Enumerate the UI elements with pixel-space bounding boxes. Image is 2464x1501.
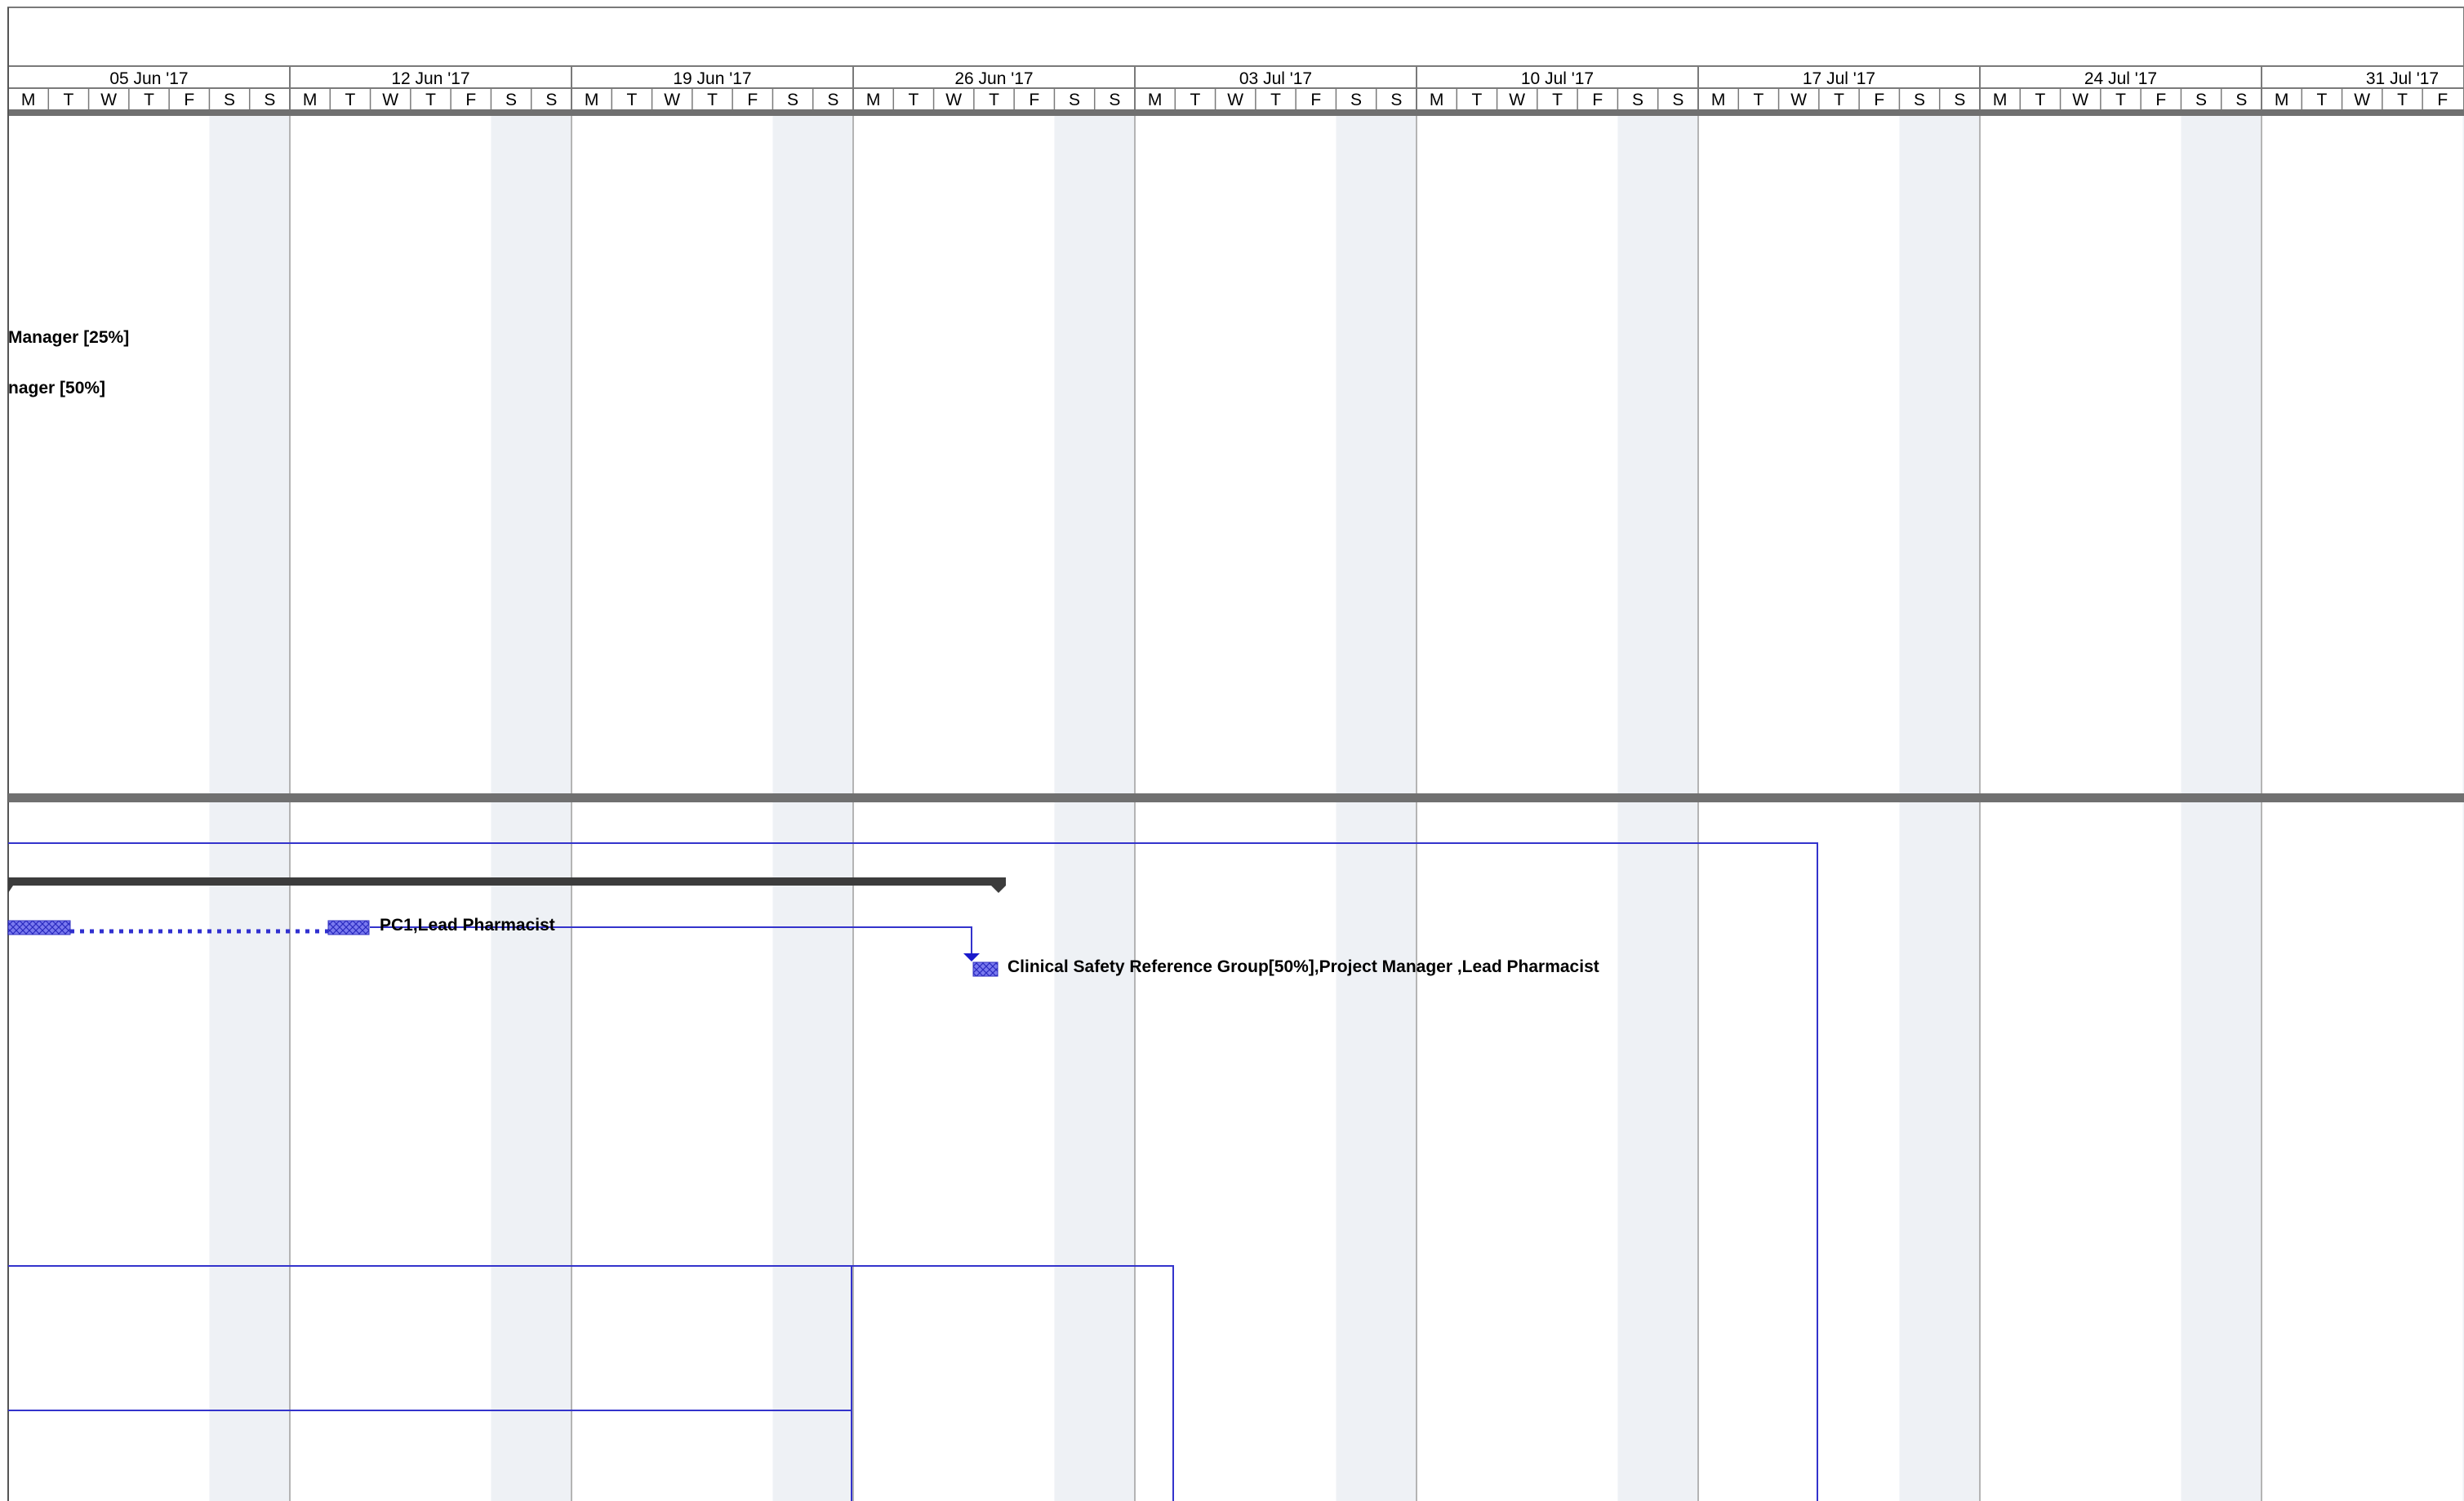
- pane-divider[interactable]: [8, 793, 2464, 802]
- gantt-canvas[interactable]: 05 Jun '17 12 Jun '17 19 Jun '17 26 Jun '17…: [0, 0, 2464, 1501]
- day-label: S: [2195, 91, 2207, 109]
- day-label: W: [1790, 91, 1807, 109]
- day-label: F: [747, 91, 758, 109]
- day-label: T: [2035, 91, 2046, 109]
- day-label: M: [866, 91, 881, 109]
- day-label: T: [345, 91, 356, 109]
- weekend-band: [209, 116, 290, 1501]
- day-label: S: [264, 91, 275, 109]
- task-bar-label-pc1: PC1,Lead Pharmacist: [380, 916, 555, 935]
- day-label: W: [945, 91, 962, 109]
- day-label: M: [585, 91, 599, 109]
- day-label: F: [1874, 91, 1884, 109]
- header-bottom-border: [8, 109, 2464, 116]
- day-label: T: [2317, 91, 2328, 109]
- day-label: T: [2115, 91, 2126, 109]
- day-label: T: [144, 91, 154, 109]
- day-label: T: [707, 91, 718, 109]
- task-bar-label-clinical-safety: Clinical Safety Reference Group[50%],Pro…: [1007, 957, 1599, 976]
- task-bar-segment-2[interactable]: [327, 920, 370, 935]
- day-label: W: [1227, 91, 1243, 109]
- weekend-band: [1617, 116, 1698, 1501]
- day-label: S: [2235, 91, 2247, 109]
- timescale-day-labels: MTWTFSSMTWTFSSMTWTFSSMTWTFSSMTWTFSSMTWTF…: [21, 88, 2448, 109]
- weekend-band: [1336, 116, 1417, 1501]
- day-label: F: [1592, 91, 1603, 109]
- day-label: S: [545, 91, 557, 109]
- day-label: F: [184, 91, 194, 109]
- day-label: T: [627, 91, 638, 109]
- task-bar-segment-1[interactable]: [7, 920, 71, 935]
- day-label: S: [1109, 91, 1120, 109]
- weekend-band: [772, 116, 853, 1501]
- day-label: S: [1390, 91, 1402, 109]
- week-label: 12 Jun '17: [391, 69, 469, 88]
- day-label: T: [64, 91, 74, 109]
- week-label: 26 Jun '17: [954, 69, 1033, 88]
- day-label: M: [21, 91, 36, 109]
- day-label: F: [2155, 91, 2166, 109]
- day-label: M: [1993, 91, 2008, 109]
- resource-label-manager-25: Manager [25%]: [8, 328, 129, 347]
- day-label: W: [2072, 91, 2088, 109]
- weekend-band: [2181, 116, 2262, 1501]
- day-label: T: [1754, 91, 1764, 109]
- day-label: W: [1509, 91, 1525, 109]
- chart-background: [0, 0, 2464, 1501]
- task-bar-clinical-safety[interactable]: [972, 961, 998, 977]
- day-label: W: [664, 91, 680, 109]
- day-label: S: [827, 91, 838, 109]
- week-label: 24 Jul '17: [2084, 69, 2157, 88]
- day-label: W: [100, 91, 117, 109]
- day-label: S: [1914, 91, 1925, 109]
- week-label: 03 Jul '17: [1239, 69, 1312, 88]
- day-label: S: [787, 91, 798, 109]
- gantt-chart-view[interactable]: 05 Jun '17 12 Jun '17 19 Jun '17 26 Jun '17…: [0, 0, 2464, 1501]
- week-label: 05 Jun '17: [109, 69, 188, 88]
- day-label: T: [1834, 91, 1844, 109]
- day-label: S: [505, 91, 517, 109]
- day-label: F: [1310, 91, 1321, 109]
- day-label: M: [2275, 91, 2289, 109]
- day-label: W: [382, 91, 398, 109]
- day-label: T: [425, 91, 436, 109]
- week-label: 19 Jun '17: [673, 69, 751, 88]
- weekend-band: [1054, 116, 1135, 1501]
- weekend-band: [491, 116, 572, 1501]
- day-label: T: [2397, 91, 2408, 109]
- weekend-band: [1899, 116, 1980, 1501]
- day-label: S: [1350, 91, 1362, 109]
- day-label: M: [1711, 91, 1726, 109]
- day-label: M: [303, 91, 318, 109]
- week-label: 17 Jul '17: [1803, 69, 1875, 88]
- day-label: S: [1672, 91, 1683, 109]
- day-label: T: [909, 91, 919, 109]
- day-label: F: [2437, 91, 2448, 109]
- day-label: T: [1190, 91, 1201, 109]
- day-label: T: [1552, 91, 1563, 109]
- day-label: T: [989, 91, 999, 109]
- day-label: F: [1029, 91, 1039, 109]
- day-label: M: [1430, 91, 1444, 109]
- day-label: S: [1069, 91, 1080, 109]
- day-label: S: [1632, 91, 1643, 109]
- week-label: 10 Jul '17: [1521, 69, 1594, 88]
- day-label: T: [1472, 91, 1483, 109]
- day-label: S: [224, 91, 235, 109]
- day-label: T: [1270, 91, 1281, 109]
- resource-label-manager-50: nager [50%]: [8, 379, 105, 397]
- day-label: S: [1954, 91, 1965, 109]
- day-label: W: [2354, 91, 2370, 109]
- day-label: F: [465, 91, 476, 109]
- week-label: 31 Jul '17: [2366, 69, 2439, 88]
- day-label: M: [1148, 91, 1163, 109]
